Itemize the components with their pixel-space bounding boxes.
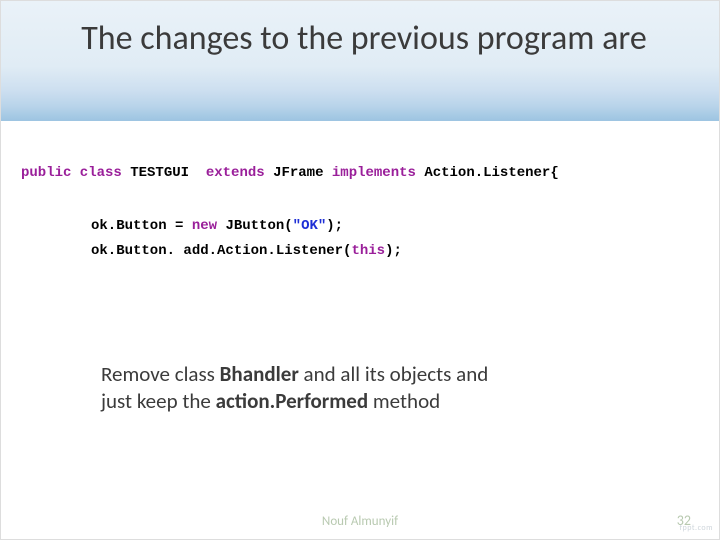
slide-title: The changes to the previous program are bbox=[29, 19, 699, 58]
keyword: implements bbox=[323, 165, 424, 181]
code-block: public class TESTGUI extends JFrame impl… bbox=[21, 161, 699, 265]
text: and all its objects and bbox=[299, 361, 488, 387]
bold-text: Bhandler bbox=[220, 361, 299, 387]
code-text: ok.Button. add.Action.Listener( bbox=[91, 243, 351, 259]
code-text: ); bbox=[326, 218, 343, 234]
keyword: new bbox=[192, 218, 217, 234]
text: just keep the bbox=[101, 388, 216, 414]
explanation-text: Remove class Bhandler and all its object… bbox=[101, 361, 659, 416]
text: method bbox=[368, 388, 440, 414]
code-line-3: ok.Button. add.Action.Listener(this); bbox=[21, 239, 699, 264]
code-text: ); bbox=[385, 243, 402, 259]
string-literal: "OK" bbox=[293, 218, 327, 234]
code-text: JButton( bbox=[217, 218, 293, 234]
keyword: this bbox=[351, 243, 385, 259]
keyword: public class bbox=[21, 165, 130, 181]
keyword: extends bbox=[197, 165, 273, 181]
footer-author: Nouf Almunyif bbox=[1, 514, 719, 529]
text: Remove class bbox=[101, 361, 220, 387]
code-line-2: ok.Button = new JButton("OK"); bbox=[21, 214, 699, 239]
class-name: TESTGUI bbox=[130, 165, 197, 181]
footer-brand: fppt.com bbox=[680, 523, 713, 533]
code-line-1: public class TESTGUI extends JFrame impl… bbox=[21, 161, 699, 186]
bold-text: action.Performed bbox=[216, 388, 369, 414]
superclass: JFrame bbox=[273, 165, 323, 181]
code-text: ok.Button = bbox=[91, 218, 192, 234]
interface: Action.Listener{ bbox=[424, 165, 558, 181]
